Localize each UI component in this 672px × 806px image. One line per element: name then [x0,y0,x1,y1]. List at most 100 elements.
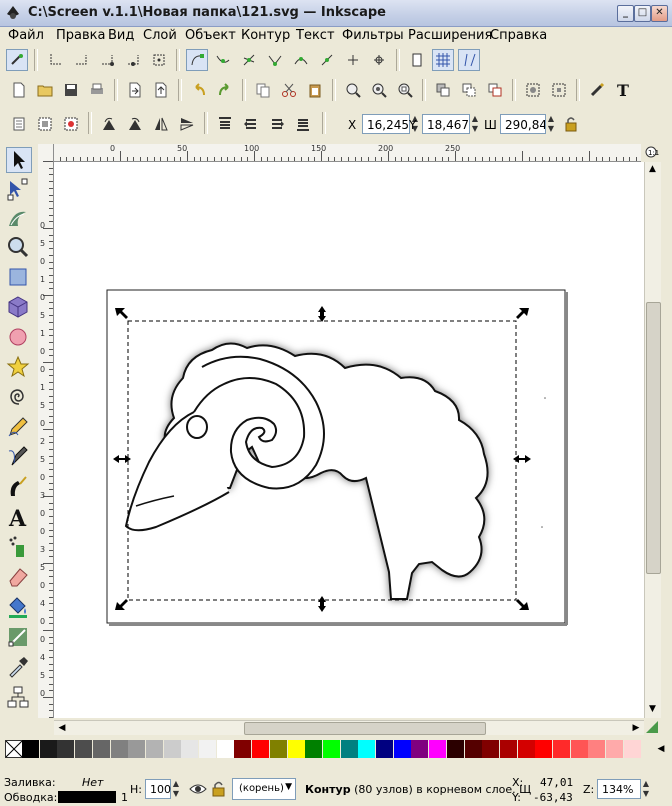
minimize-button[interactable]: _ [617,5,634,22]
color-swatch[interactable] [92,740,110,758]
snap-nodes-button[interactable] [186,49,208,71]
snap-smooth-button[interactable] [290,49,312,71]
color-swatch[interactable] [252,740,270,758]
maximize-button[interactable]: □ [634,5,651,22]
color-swatch[interactable] [358,740,376,758]
calligraphy-tool[interactable] [6,475,32,501]
color-swatch[interactable] [606,740,624,758]
scroll-right-button[interactable]: ▶ [630,721,642,735]
menu-layer[interactable]: Слой [143,28,177,43]
eraser-tool[interactable] [6,565,32,591]
unlink-clone-button[interactable] [484,79,506,101]
select-all-button[interactable] [8,113,30,135]
color-management-toggle[interactable] [645,720,659,734]
stroke-width-value[interactable]: 1 [121,791,128,804]
snap-paths-button[interactable] [212,49,234,71]
invert-selection-button[interactable] [60,113,82,135]
text-font-button[interactable]: T [612,79,634,101]
color-swatch[interactable] [535,740,553,758]
menu-extensions[interactable]: Расширения [408,28,492,43]
3d-box-tool[interactable] [6,295,32,321]
y-spinner[interactable]: ▲ ▼ [470,114,480,134]
snap-bbox-center-button[interactable] [148,49,170,71]
color-swatch[interactable] [429,740,447,758]
vertical-ruler[interactable]: 050105100150250300350400450 [38,161,54,718]
color-swatch[interactable] [75,740,93,758]
spiral-tool[interactable] [6,385,32,411]
menu-object[interactable]: Объект [185,28,236,43]
color-swatch[interactable] [287,740,305,758]
color-swatch[interactable] [393,740,411,758]
import-button[interactable] [124,79,146,101]
menu-view[interactable]: Вид [108,28,134,43]
color-swatch[interactable] [181,740,199,758]
raise-to-top-button[interactable] [214,113,236,135]
horizontal-scroll-thumb[interactable] [244,722,486,735]
snap-object-center-button[interactable] [342,49,364,71]
flip-horizontal-button[interactable] [150,113,172,135]
dropper-tool[interactable] [6,655,32,681]
zoom-spinner[interactable]: ▲ ▼ [641,779,651,799]
color-swatch[interactable] [305,740,323,758]
export-button[interactable] [150,79,172,101]
selector-tool[interactable] [6,147,32,173]
color-swatch[interactable] [553,740,570,758]
open-button[interactable] [34,79,56,101]
color-swatch[interactable] [57,740,75,758]
pencil-tool[interactable] [6,415,32,441]
flip-vertical-button[interactable] [176,113,198,135]
menu-path[interactable]: Контур [241,28,290,43]
rectangle-tool[interactable] [6,265,32,291]
color-swatch[interactable] [39,740,57,758]
snap-grid-button[interactable] [432,49,454,71]
group-button[interactable] [522,79,544,101]
horizontal-ruler[interactable]: 0 50 100 150 200 250 [53,144,641,162]
new-document-button[interactable] [8,79,30,101]
opacity-spinner[interactable]: ▲ ▼ [171,779,181,799]
scroll-up-button[interactable]: ▲ [646,162,659,176]
raise-button[interactable] [240,113,262,135]
color-swatch[interactable] [376,740,393,758]
snap-bbox-mid-button[interactable] [122,49,144,71]
no-color-swatch[interactable] [5,740,23,758]
color-swatch[interactable] [464,740,482,758]
fill-value[interactable]: Нет [82,776,103,789]
select-all-layers-button[interactable] [34,113,56,135]
cut-button[interactable] [278,79,300,101]
undo-button[interactable] [188,79,210,101]
menu-help[interactable]: Справка [490,28,547,43]
zoom-correction-button[interactable]: 1:1 [643,144,661,161]
rotate-ccw-button[interactable] [98,113,120,135]
rotate-cw-button[interactable] [124,113,146,135]
color-swatch[interactable] [216,740,234,758]
fill-stroke-button[interactable] [586,79,608,101]
menu-file[interactable]: Файл [8,28,44,43]
color-swatch[interactable] [163,740,181,758]
color-swatch[interactable] [623,740,641,758]
drawing-canvas[interactable] [54,162,644,718]
duplicate-button[interactable] [432,79,454,101]
clone-button[interactable] [458,79,480,101]
menu-edit[interactable]: Правка [56,28,105,43]
snap-intersections-button[interactable] [238,49,260,71]
lower-to-bottom-button[interactable] [292,113,314,135]
ungroup-button[interactable] [548,79,570,101]
snap-bbox-edges-button[interactable] [70,49,92,71]
lower-button[interactable] [266,113,288,135]
snap-bbox-corners-button[interactable] [96,49,118,71]
menu-filters[interactable]: Фильтры [342,28,404,43]
toggle-visibility-button[interactable] [188,780,208,798]
snap-bbox-button[interactable] [44,49,66,71]
width-input[interactable]: 290,840 [500,114,546,134]
lock-proportions-button[interactable] [560,113,582,135]
color-swatch[interactable] [517,740,535,758]
color-swatch[interactable] [446,740,464,758]
close-button[interactable]: ✕ [651,5,668,22]
color-swatch[interactable] [234,740,252,758]
scroll-down-button[interactable]: ▼ [646,702,659,716]
snap-rotation-center-button[interactable] [368,49,390,71]
menu-text[interactable]: Текст [296,28,335,43]
snap-guides-button[interactable] [458,49,480,71]
color-swatch[interactable] [110,740,128,758]
color-swatch[interactable] [128,740,146,758]
